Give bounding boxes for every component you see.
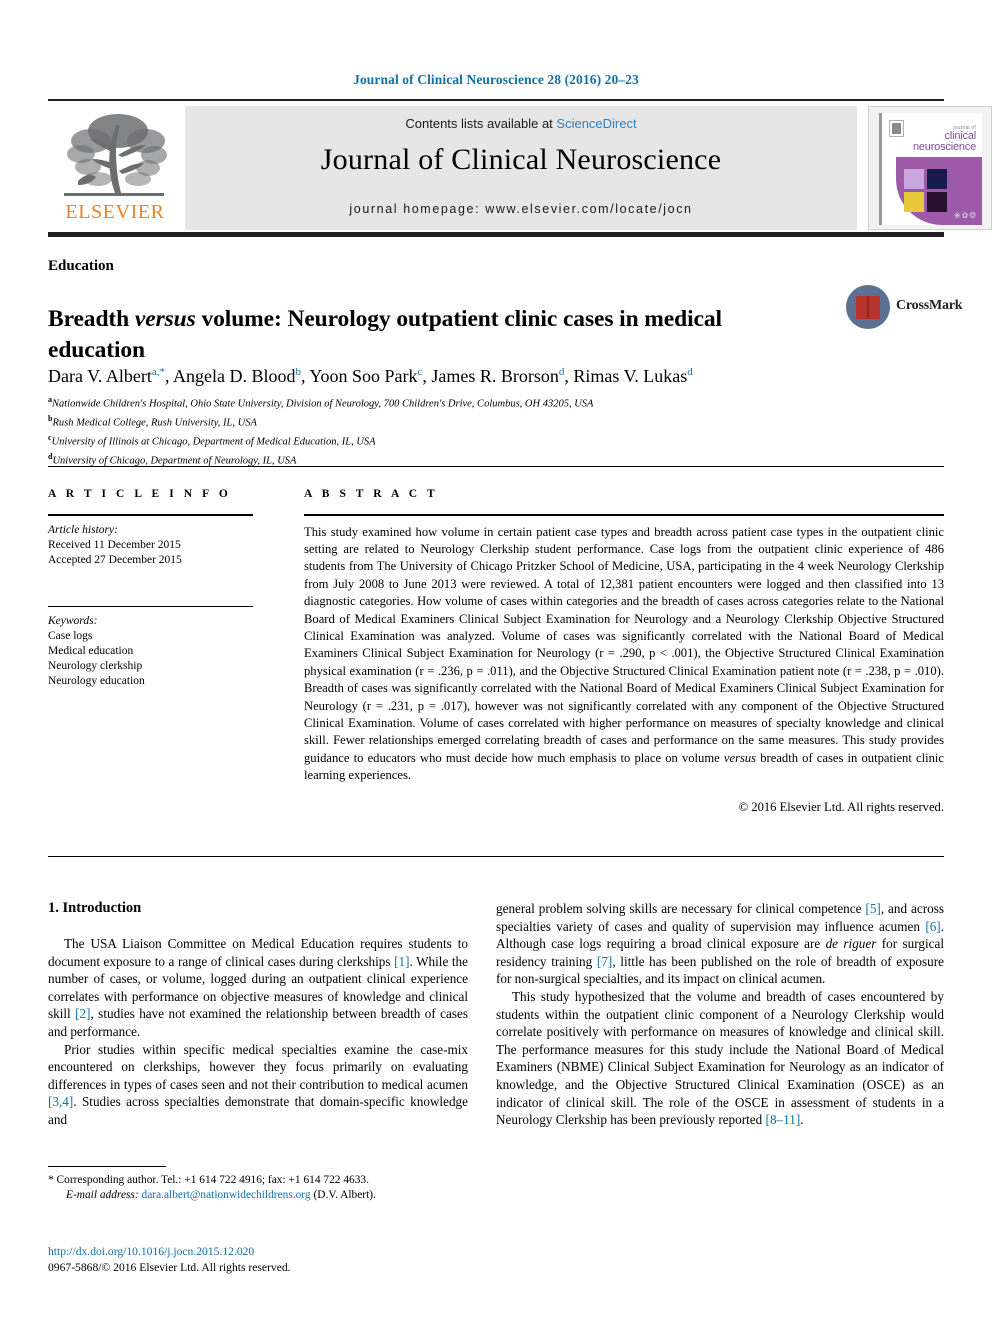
elsevier-logo: ELSEVIER	[52, 109, 178, 229]
corresponding-author-footnote: * Corresponding author. Tel.: +1 614 722…	[48, 1166, 468, 1203]
issn-copyright-line: 0967-5868/© 2016 Elsevier Ltd. All right…	[48, 1260, 291, 1274]
email-link[interactable]: dara.albert@nationwidechildrens.org	[142, 1189, 311, 1201]
cover-tile-2	[927, 169, 947, 189]
doi-link[interactable]: http://dx.doi.org/10.1016/j.jocn.2015.12…	[48, 1244, 468, 1260]
emphasis: versus	[723, 750, 757, 765]
paragraph: Prior studies within specific medical sp…	[48, 1041, 468, 1127]
author-affiliation-marker: a,*	[151, 366, 165, 378]
cover-purple-panel: ❀✿❂	[896, 157, 982, 225]
reference-link[interactable]: [6]	[925, 919, 940, 934]
head-separator-rule	[48, 466, 944, 467]
keyword-item: Neurology education	[48, 675, 145, 687]
affiliation-item: aNationwide Children's Hospital, Ohio St…	[48, 395, 594, 410]
article-history-label: Article history:	[48, 523, 118, 536]
masthead-top-rule	[48, 99, 944, 101]
author-affiliation-marker: d	[687, 366, 693, 378]
email-line: E-mail address: dara.albert@nationwidech…	[48, 1188, 468, 1203]
author-name[interactable]: Rimas V. Lukas	[573, 366, 687, 386]
crossmark-label: CrossMark	[896, 298, 963, 313]
affiliation-item: bRush Medical College, Rush University, …	[48, 414, 257, 429]
author-affiliation-marker: c	[417, 366, 423, 378]
page-title: Breadth versus volume: Neurology outpati…	[48, 304, 808, 366]
article-info-column: A R T I C L E I N F O Article history: R…	[48, 488, 253, 689]
author-affiliation-marker: d	[558, 366, 565, 378]
author-name[interactable]: Yoon Soo Park	[309, 366, 417, 386]
abstract-rule	[304, 514, 944, 516]
cover-title: clinical neuroscience	[913, 131, 976, 153]
footnote-rule	[48, 1166, 166, 1167]
article-info-heading: A R T I C L E I N F O	[48, 488, 232, 500]
journal-homepage-line[interactable]: journal homepage: www.elsevier.com/locat…	[185, 202, 857, 216]
introduction-heading: 1. Introduction	[48, 900, 142, 916]
author-list: Dara V. Alberta,*, Angela D. Bloodb, Yoo…	[48, 366, 693, 386]
running-head: Journal of Clinical Neuroscience 28 (201…	[353, 72, 639, 87]
email-label: E-mail address:	[66, 1189, 139, 1201]
email-owner: (D.V. Albert).	[313, 1189, 376, 1201]
elsevier-tree-icon	[64, 114, 167, 196]
sciencedirect-link[interactable]: ScienceDirect	[556, 116, 636, 131]
keyword-item: Case logs	[48, 630, 93, 642]
elsevier-wordmark: ELSEVIER	[65, 201, 165, 223]
cover-inner: journal of clinical neuroscience ❀✿❂	[879, 113, 982, 225]
paragraph: This study hypothesized that the volume …	[496, 988, 944, 1128]
title-part-1: Breadth	[48, 305, 135, 332]
keyword-item: Neurology clerkship	[48, 660, 143, 672]
paragraph: general problem solving skills are neces…	[496, 901, 945, 987]
corresponding-author-line: * Corresponding author. Tel.: +1 614 722…	[48, 1174, 369, 1186]
paragraph: The USA Liaison Committee on Medical Edu…	[48, 936, 468, 1039]
reference-link[interactable]: [5]	[865, 901, 880, 916]
reference-link[interactable]: [2]	[75, 1006, 90, 1021]
crossmark-badge[interactable]: CrossMark	[846, 283, 963, 339]
author-name[interactable]: James R. Brorson	[431, 366, 559, 386]
article-info-rule-2	[48, 605, 253, 607]
body-right-column: general problem solving skills are neces…	[496, 900, 944, 1129]
cover-ornament: ❀✿❂	[953, 211, 977, 220]
affiliation-list: aNationwide Children's Hospital, Ohio St…	[48, 393, 928, 469]
reference-link[interactable]: [1]	[394, 954, 409, 969]
reference-link[interactable]: [8–11]	[766, 1112, 801, 1127]
abstract-text: This study examined how volume in certai…	[304, 524, 944, 783]
abstract-copyright: © 2016 Elsevier Ltd. All rights reserved…	[738, 799, 944, 814]
doi-block: http://dx.doi.org/10.1016/j.jocn.2015.12…	[48, 1244, 468, 1275]
crossmark-book-icon	[856, 296, 880, 319]
masthead-bottom-rule	[48, 232, 944, 237]
abstract-heading: A B S T R A C T	[304, 488, 439, 500]
affiliation-marker: b	[48, 414, 53, 423]
journal-masthead: Contents lists available at ScienceDirec…	[48, 99, 992, 237]
journal-title: Journal of Clinical Neuroscience	[320, 143, 722, 176]
title-emphasis: versus	[134, 305, 196, 332]
abstract-bottom-rule	[48, 856, 944, 857]
author-name[interactable]: Dara V. Albert	[48, 366, 152, 386]
keyword-item: Medical education	[48, 645, 134, 657]
cover-tile-1	[904, 169, 924, 189]
keywords-label: Keywords:	[48, 615, 98, 627]
article-history-block: Article history: Received 11 December 20…	[48, 523, 253, 568]
keywords-block: Keywords: Case logs Medical education Ne…	[48, 614, 253, 689]
emphasis: de riguer	[825, 936, 877, 952]
affiliation-marker: a	[48, 395, 52, 404]
article-section-label: Education	[48, 258, 114, 274]
cover-tile-4	[927, 192, 947, 212]
article-info-rule-1	[48, 514, 253, 516]
affiliation-marker: d	[48, 452, 53, 461]
article-accepted-date: Accepted 27 December 2015	[48, 553, 182, 566]
contents-available-line: Contents lists available at ScienceDirec…	[185, 116, 857, 131]
contents-prefix: Contents lists available at	[405, 116, 557, 131]
reference-link[interactable]: [3,4]	[48, 1094, 73, 1109]
article-received-date: Received 11 December 2015	[48, 538, 181, 551]
cover-tile-3	[904, 192, 924, 212]
journal-cover-thumbnail[interactable]: journal of clinical neuroscience ❀✿❂	[868, 106, 992, 230]
author-affiliation-marker: b	[295, 366, 301, 378]
affiliation-item: cUniversity of Illinois at Chicago, Depa…	[48, 433, 376, 448]
crossmark-circle-icon	[846, 285, 890, 329]
affiliation-marker: c	[48, 433, 52, 442]
journal-article-page: Journal of Clinical Neuroscience 28 (201…	[0, 0, 992, 1323]
cover-title-line2: neuroscience	[912, 141, 976, 153]
reference-link[interactable]: [7]	[597, 954, 612, 969]
body-left-column: 1. Introduction The USA Liaison Committe…	[48, 900, 468, 1129]
abstract-column: A B S T R A C T This study examined how …	[304, 488, 944, 815]
cover-elsevier-mark-icon	[889, 120, 904, 137]
author-name[interactable]: Angela D. Blood	[173, 366, 295, 386]
